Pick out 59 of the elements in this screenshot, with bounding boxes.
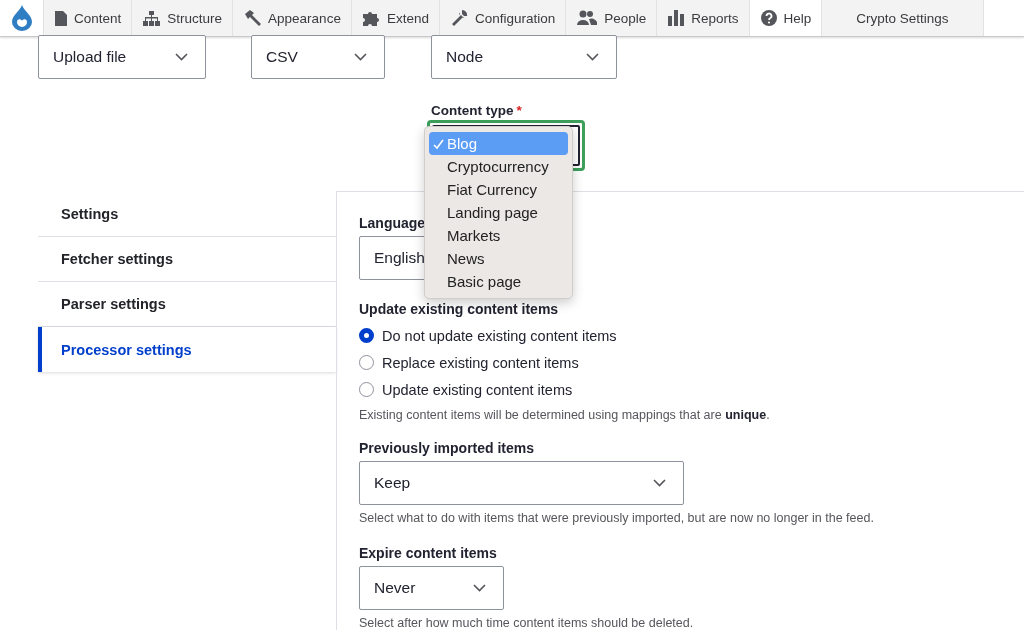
bar-chart-icon bbox=[668, 10, 685, 26]
select-field[interactable]: Node bbox=[431, 35, 617, 79]
menu-option[interactable]: Landing page bbox=[429, 201, 568, 224]
dropdown-menu[interactable]: Blog Cryptocurrency Fiat Currency Landing page Markets News Basic page bbox=[424, 126, 573, 299]
toolbar-item[interactable]: Extend bbox=[350, 0, 439, 36]
toolbar-item[interactable]: Reports bbox=[656, 0, 749, 36]
people-icon bbox=[577, 10, 598, 26]
chevron-icon bbox=[473, 584, 486, 592]
field-label: Update existing content items bbox=[359, 301, 559, 317]
help-icon bbox=[760, 10, 777, 26]
select-field[interactable]: Keep bbox=[359, 461, 684, 505]
radio-label[interactable]: Do not update existing content items bbox=[382, 327, 617, 344]
select-field[interactable]: Never bbox=[359, 566, 504, 610]
chevron-icon bbox=[653, 479, 666, 487]
select-value: Upload file bbox=[53, 48, 127, 66]
select-value: Never bbox=[374, 579, 416, 597]
menu-option[interactable]: Basic page bbox=[429, 270, 568, 293]
toolbar-item[interactable]: Help bbox=[748, 0, 822, 36]
toolbar-item[interactable]: Configuration bbox=[438, 0, 566, 36]
field-label: Language bbox=[359, 215, 426, 231]
field-description: Select what to do with items that were previously imported, but are now no longer in the feed. bbox=[359, 511, 875, 525]
field-label: Expire content items bbox=[359, 545, 497, 561]
radio-label[interactable]: Replace existing content items bbox=[382, 354, 579, 371]
select-value: Node bbox=[446, 48, 484, 66]
hammer-icon bbox=[244, 10, 262, 26]
select-field[interactable]: Upload file bbox=[38, 35, 206, 79]
toolbar-item[interactable]: Appearance bbox=[232, 0, 351, 36]
radio-button[interactable] bbox=[359, 355, 374, 370]
menu-option[interactable]: Fiat Currency bbox=[429, 178, 568, 201]
puzzle-icon bbox=[362, 10, 380, 26]
menu-option[interactable]: News bbox=[429, 247, 568, 270]
select-value: Keep bbox=[374, 474, 411, 492]
radio-label[interactable]: Update existing content items bbox=[382, 381, 573, 398]
page-icon bbox=[55, 10, 67, 26]
select-field[interactable]: CSV bbox=[251, 35, 385, 79]
toolbar-item[interactable]: People bbox=[565, 0, 657, 36]
field-description: Existing content items will be determined using mappings that are unique. bbox=[359, 408, 771, 422]
vertical-tab[interactable]: Fetcher settings bbox=[38, 237, 336, 282]
chevron-icon bbox=[586, 53, 599, 61]
toolbar-item[interactable]: Structure bbox=[131, 0, 233, 36]
radio-button[interactable] bbox=[359, 328, 374, 343]
chevron-icon bbox=[175, 53, 188, 61]
menu-option[interactable]: Markets bbox=[429, 224, 568, 247]
field-description: Select after how much time content items should be deleted. bbox=[359, 616, 695, 630]
drop-logo-icon[interactable] bbox=[11, 5, 32, 31]
select-value: CSV bbox=[266, 48, 298, 66]
select-value: English bbox=[374, 249, 425, 267]
field-label: Content type bbox=[431, 103, 514, 118]
radio-button[interactable] bbox=[359, 382, 374, 397]
toolbar-item[interactable]: Content bbox=[43, 0, 132, 36]
required-mark: * bbox=[516, 103, 522, 118]
check-icon bbox=[433, 139, 444, 150]
field-label: Previously imported items bbox=[359, 440, 535, 456]
wrench-icon bbox=[450, 9, 468, 27]
vertical-tab[interactable]: Processor settings bbox=[38, 327, 336, 372]
menu-option[interactable]: Cryptocurrency bbox=[429, 155, 568, 178]
chevron-icon bbox=[354, 53, 367, 61]
vertical-tab[interactable]: Settings bbox=[38, 192, 336, 237]
sitemap-icon bbox=[143, 10, 161, 26]
